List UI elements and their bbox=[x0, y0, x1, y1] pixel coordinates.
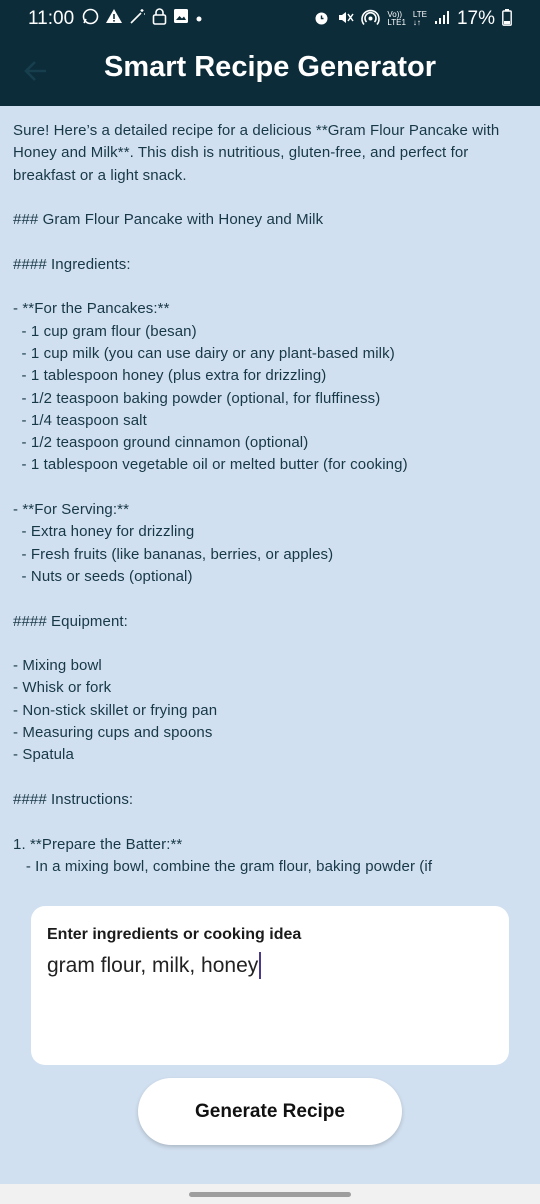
magic-icon bbox=[129, 8, 146, 30]
text-cursor bbox=[259, 952, 262, 979]
status-time: 11:00 bbox=[28, 7, 75, 29]
battery-icon bbox=[502, 8, 512, 29]
navigation-bar bbox=[0, 1184, 540, 1204]
ingredients-input[interactable]: gram flour, milk, honey bbox=[47, 952, 493, 979]
home-indicator[interactable] bbox=[189, 1192, 351, 1197]
battery-percentage: 17% bbox=[456, 7, 495, 29]
input-value-text: gram flour, milk, honey bbox=[47, 953, 259, 977]
signal-icon bbox=[434, 10, 450, 28]
app-bar: Smart Recipe Generator bbox=[0, 37, 540, 106]
volte-icon: Vo)) LTE1 bbox=[387, 9, 406, 27]
system-icons: Vo)) LTE1 LTE ↓↑ 17% bbox=[313, 8, 512, 30]
input-label: Enter ingredients or cooking idea bbox=[47, 926, 302, 943]
warning-icon bbox=[105, 8, 123, 29]
generate-recipe-button[interactable]: Generate Recipe bbox=[138, 1078, 402, 1145]
mute-icon bbox=[337, 9, 354, 29]
dot-icon bbox=[195, 10, 203, 28]
whatsapp-icon bbox=[82, 8, 99, 30]
image-icon bbox=[173, 8, 189, 29]
lock-icon bbox=[152, 7, 167, 30]
lte-icon: LTE ↓↑ bbox=[412, 9, 427, 27]
alarm-icon bbox=[313, 9, 330, 29]
notification-icons bbox=[82, 7, 203, 30]
status-bar: 11:00 Vo)) LTE1 LTE ↓↑ 17% bbox=[0, 0, 540, 37]
app-title: Smart Recipe Generator bbox=[103, 51, 436, 83]
ingredients-input-field[interactable]: Enter ingredients or cooking idea gram f… bbox=[31, 906, 509, 1065]
recipe-output: Sure! Here’s a detailed recipe for a del… bbox=[13, 122, 500, 875]
hotspot-icon bbox=[361, 9, 381, 29]
